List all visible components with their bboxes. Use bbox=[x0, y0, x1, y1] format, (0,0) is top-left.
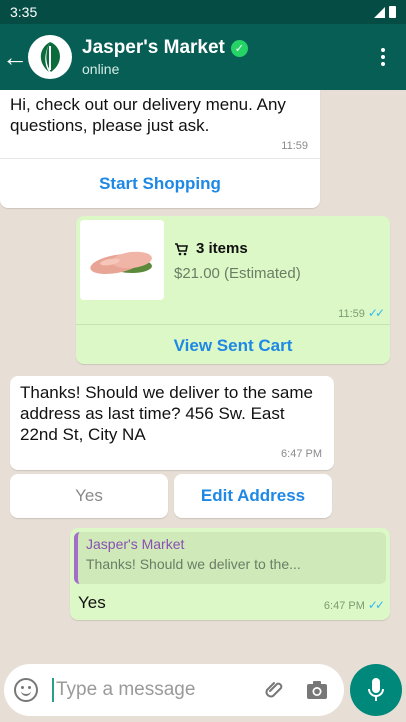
quick-reply-yes-button[interactable]: Yes bbox=[10, 474, 168, 518]
more-vertical-icon[interactable] bbox=[368, 48, 398, 66]
cart-icon bbox=[175, 242, 188, 255]
chat-header: ← Jasper's Market ✓ online bbox=[0, 24, 406, 90]
verified-check-icon: ✓ bbox=[230, 39, 248, 57]
double-check-icon: ✓✓ bbox=[367, 306, 385, 320]
outgoing-cart-message: 3 items $21.00 (Estimated) 11:59 ✓✓ View … bbox=[76, 216, 390, 364]
message-time: 6:47 PM ✓✓ bbox=[323, 598, 385, 612]
paperclip-icon[interactable] bbox=[258, 678, 292, 702]
quick-reply-edit-address-button[interactable]: Edit Address bbox=[174, 474, 332, 518]
status-time: 3:35 bbox=[10, 4, 38, 20]
message-time: 11:59 bbox=[281, 140, 308, 152]
text-cursor bbox=[52, 678, 54, 702]
contact-info[interactable]: Jasper's Market ✓ online bbox=[82, 37, 368, 77]
message-text: Hi, check out our delivery menu. Any que… bbox=[10, 95, 286, 135]
message-time: 11:59 ✓✓ bbox=[338, 306, 385, 320]
signal-icon bbox=[374, 6, 385, 18]
cart-info: 3 items $21.00 (Estimated) bbox=[174, 240, 301, 282]
start-shopping-button[interactable]: Start Shopping bbox=[0, 174, 320, 194]
quoted-sender: Jasper's Market bbox=[86, 536, 185, 552]
mic-button[interactable] bbox=[350, 664, 402, 716]
cart-price: $21.00 (Estimated) bbox=[174, 265, 301, 282]
chat-area[interactable]: Hi, check out our delivery menu. Any que… bbox=[0, 90, 406, 650]
contact-name: Jasper's Market bbox=[82, 37, 225, 58]
message-input[interactable]: Type a message bbox=[56, 679, 258, 701]
status-icons bbox=[374, 6, 396, 18]
view-sent-cart-button[interactable]: View Sent Cart bbox=[76, 336, 390, 356]
double-check-icon: ✓✓ bbox=[367, 598, 385, 612]
message-text: Yes bbox=[78, 593, 106, 612]
chicken-image bbox=[80, 220, 164, 300]
outgoing-reply-message: Jasper's Market Thanks! Should we delive… bbox=[70, 528, 390, 620]
microphone-icon bbox=[368, 678, 384, 701]
cart-product-image[interactable] bbox=[80, 220, 164, 300]
quoted-text: Thanks! Should we deliver to the... bbox=[86, 556, 301, 572]
cart-items-count: 3 items bbox=[196, 240, 248, 257]
incoming-message-delivery: Thanks! Should we deliver to the same ad… bbox=[10, 376, 334, 470]
composer-bar: Type a message bbox=[0, 650, 406, 722]
contact-status: online bbox=[82, 61, 120, 77]
divider bbox=[76, 324, 390, 325]
divider bbox=[0, 158, 320, 159]
incoming-message-welcome: Hi, check out our delivery menu. Any que… bbox=[0, 90, 320, 208]
quoted-message[interactable]: Jasper's Market Thanks! Should we delive… bbox=[74, 532, 386, 584]
message-text: Thanks! Should we deliver to the same ad… bbox=[20, 383, 313, 444]
jasper-logo-icon bbox=[40, 42, 60, 72]
status-bar: 3:35 bbox=[0, 0, 406, 24]
message-time: 6:47 PM bbox=[281, 448, 322, 460]
back-arrow-icon[interactable]: ← bbox=[2, 44, 28, 70]
avatar[interactable] bbox=[28, 35, 72, 79]
battery-icon bbox=[389, 6, 396, 18]
message-input-container[interactable]: Type a message bbox=[4, 664, 344, 716]
emoji-icon[interactable] bbox=[14, 678, 38, 702]
camera-icon[interactable] bbox=[302, 680, 332, 700]
